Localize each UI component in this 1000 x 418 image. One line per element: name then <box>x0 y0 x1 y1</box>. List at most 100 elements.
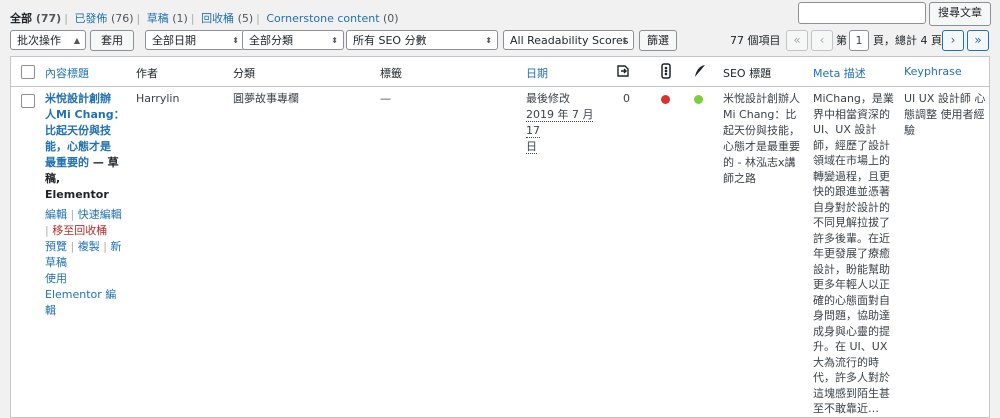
preview-link[interactable]: 預覽 <box>45 240 67 253</box>
keyphrase-line: 態調整 使用者經 <box>904 108 985 121</box>
tablenav-top: 批次操作 ▲ 套用 全部日期 ⬍ 全部分類 ⬍ 所有 SEO 分數 ⬍ All Read… <box>10 30 990 52</box>
seo-score-dot <box>661 95 670 104</box>
elementor-edit-link[interactable]: 使用 Elementor 編輯 <box>45 272 116 317</box>
category-filter-select[interactable]: 全部分類 ⬍ <box>242 30 344 50</box>
date-value: 日 <box>526 140 537 154</box>
meta-description-cell: MiChang，是業 界中相當資深的 UI、UX 設計 師，經歷了設計 領域在市… <box>813 91 899 417</box>
select-arrow-icon: ⬍ <box>232 36 239 45</box>
date-cell: 最後修改 2019 年 7 月 17 日 <box>526 91 606 155</box>
current-page-input[interactable]: 1 <box>849 30 869 51</box>
meta-line: 不同見解拉拔了 <box>813 216 890 229</box>
meta-line: 自身對於設計的 <box>813 200 890 214</box>
title-line: 人Mi Chang： <box>45 108 125 121</box>
copy-link[interactable]: 複製 <box>78 240 100 253</box>
meta-line: 更多年輕人以正 <box>813 278 890 291</box>
post-title-link[interactable]: 米悅設計創辦 人Mi Chang： 比起天份與技 能，心態才是 最重要的 — 草… <box>45 91 125 203</box>
filter-all[interactable]: 全部 (77) <box>10 12 61 25</box>
readability-filter-select[interactable]: All Readability Scores ⬍ <box>503 30 634 50</box>
meta-line: 代，許多人對於 <box>813 371 890 384</box>
filter-published[interactable]: 已發佈 (76) <box>74 12 133 25</box>
links-count: 0 <box>623 92 630 105</box>
meta-line: 界中相當資深的 <box>813 107 890 121</box>
meta-line: 設計，盼能幫助 <box>813 262 890 276</box>
seo-title-line: 師之路 <box>723 172 756 185</box>
seo-filter-value: 所有 SEO 分數 <box>353 34 427 47</box>
edit-link[interactable]: 編輯 <box>45 208 67 221</box>
filter-cornerstone[interactable]: Cornerstone content (0) <box>266 12 398 25</box>
meta-line: 大為流行的時 <box>813 355 879 369</box>
title-line: 能，心態才是 <box>45 140 111 153</box>
filter-trash[interactable]: 回收桶 (5) <box>201 12 253 25</box>
date-filter-select[interactable]: 全部日期 ⬍ <box>145 30 245 50</box>
apply-button[interactable]: 套用 <box>90 30 134 51</box>
search-input[interactable] <box>798 2 926 24</box>
items-count: 77 個項目 <box>730 34 781 47</box>
title-line: 最重要的 <box>45 156 89 169</box>
trash-link[interactable]: 移至回收桶 <box>52 224 107 237</box>
select-arrow-icon: ⬍ <box>621 36 628 45</box>
column-title[interactable]: 內容標題 <box>45 65 89 81</box>
meta-line: 升。在 UI、UX <box>813 340 888 353</box>
row-checkbox[interactable] <box>21 94 35 108</box>
row-actions: 編輯 | 快速編輯 | 移至回收桶 預覽 | 複製 | 新草稿 使用 Eleme… <box>45 208 122 317</box>
meta-line: 許多後輩。在近 <box>813 231 890 245</box>
filter-draft[interactable]: 草稿 (1) <box>147 12 188 25</box>
meta-line: 領域在市場上的 <box>813 154 890 167</box>
keyphrase-line: 驗 <box>904 124 915 137</box>
quick-edit-link[interactable]: 快速編輯 <box>78 208 122 221</box>
date-status: 最後修改 <box>526 92 570 105</box>
meta-line: 確的心態面對自 <box>813 293 890 307</box>
seo-score-icon <box>661 63 671 82</box>
column-keyphrase[interactable]: Keyphrase <box>904 65 962 78</box>
author-link[interactable]: Harrylin <box>136 91 179 107</box>
meta-line: 這塊感到陌生甚 <box>813 386 890 400</box>
column-author: 作者 <box>136 67 158 80</box>
seo-title-line: Mi Chang：比 <box>723 108 797 121</box>
keyphrase-line: UI UX 設計師 心 <box>904 92 986 105</box>
seo-title-cell: 米悅設計創辦人 Mi Chang：比 起天份與技能， 心態才是最重要 的 - 林… <box>723 91 805 187</box>
bulk-action-value: 批次操作 <box>17 34 61 47</box>
readability-icon <box>694 64 706 81</box>
last-page-button[interactable]: » <box>967 30 989 51</box>
date-filter-value: 全部日期 <box>152 34 196 47</box>
meta-line: 年更發展了療癒 <box>813 247 890 260</box>
title-cell: 米悅設計創辦 人Mi Chang： 比起天份與技 能，心態才是 最重要的 — 草… <box>45 91 125 319</box>
seo-filter-select[interactable]: 所有 SEO 分數 ⬍ <box>346 30 498 50</box>
category-link[interactable]: 圓夢故事專欄 <box>233 91 299 107</box>
prev-page-button: ‹ <box>811 30 833 51</box>
posts-table: 內容標題 作者 分類 標籤 日期 SEO 標題 Meta 描述 Keyphras… <box>10 56 990 418</box>
title-line: 比起天份與技 <box>45 124 111 137</box>
next-page-button[interactable]: › <box>942 30 964 51</box>
column-tags: 標籤 <box>380 67 402 80</box>
meta-line: 師，經歷了設計 <box>813 138 890 152</box>
search-box <box>798 2 926 24</box>
title-line: 米悅設計創辦 <box>45 92 111 105</box>
meta-line: MiChang，是業 <box>813 92 894 105</box>
seo-title-line: 的 - 林泓志x講 <box>723 156 796 169</box>
meta-line: 轉變過程，且更 <box>813 169 890 183</box>
column-seo-title: SEO 標題 <box>723 67 772 80</box>
meta-line: 成身與心靈的提 <box>813 324 890 338</box>
bulk-action-select[interactable]: 批次操作 ▲ <box>10 30 86 50</box>
readability-filter-value: All Readability Scores <box>510 34 629 47</box>
table-header: 內容標題 作者 分類 標籤 日期 SEO 標題 Meta 描述 Keyphras… <box>11 57 989 87</box>
column-category: 分類 <box>233 67 255 80</box>
select-all-checkbox[interactable] <box>21 65 35 79</box>
filter-button[interactable]: 篩選 <box>639 30 677 51</box>
search-button[interactable]: 搜尋文章 <box>929 2 991 26</box>
links-icon <box>616 64 630 81</box>
column-meta-description[interactable]: Meta 描述 <box>813 65 866 81</box>
tags-value: — <box>380 92 391 105</box>
meta-line: UI、UX 設計 <box>813 123 877 136</box>
meta-line: 至不敢靠近… <box>813 402 879 415</box>
readability-score-dot <box>694 95 703 104</box>
category-filter-value: 全部分類 <box>249 34 293 47</box>
select-arrow-icon: ⬍ <box>331 36 338 45</box>
keyphrase-cell: UI UX 設計師 心 態調整 使用者經 驗 <box>904 91 986 139</box>
meta-line: 快的跟進並憑著 <box>813 185 890 198</box>
page-total: 頁，總計 4 頁 <box>873 34 942 47</box>
column-date[interactable]: 日期 <box>526 65 548 81</box>
date-value: 2019 年 7 月 17 <box>526 108 594 138</box>
meta-line: 身問題，協助達 <box>813 309 890 322</box>
page-prefix: 第 <box>836 34 847 47</box>
